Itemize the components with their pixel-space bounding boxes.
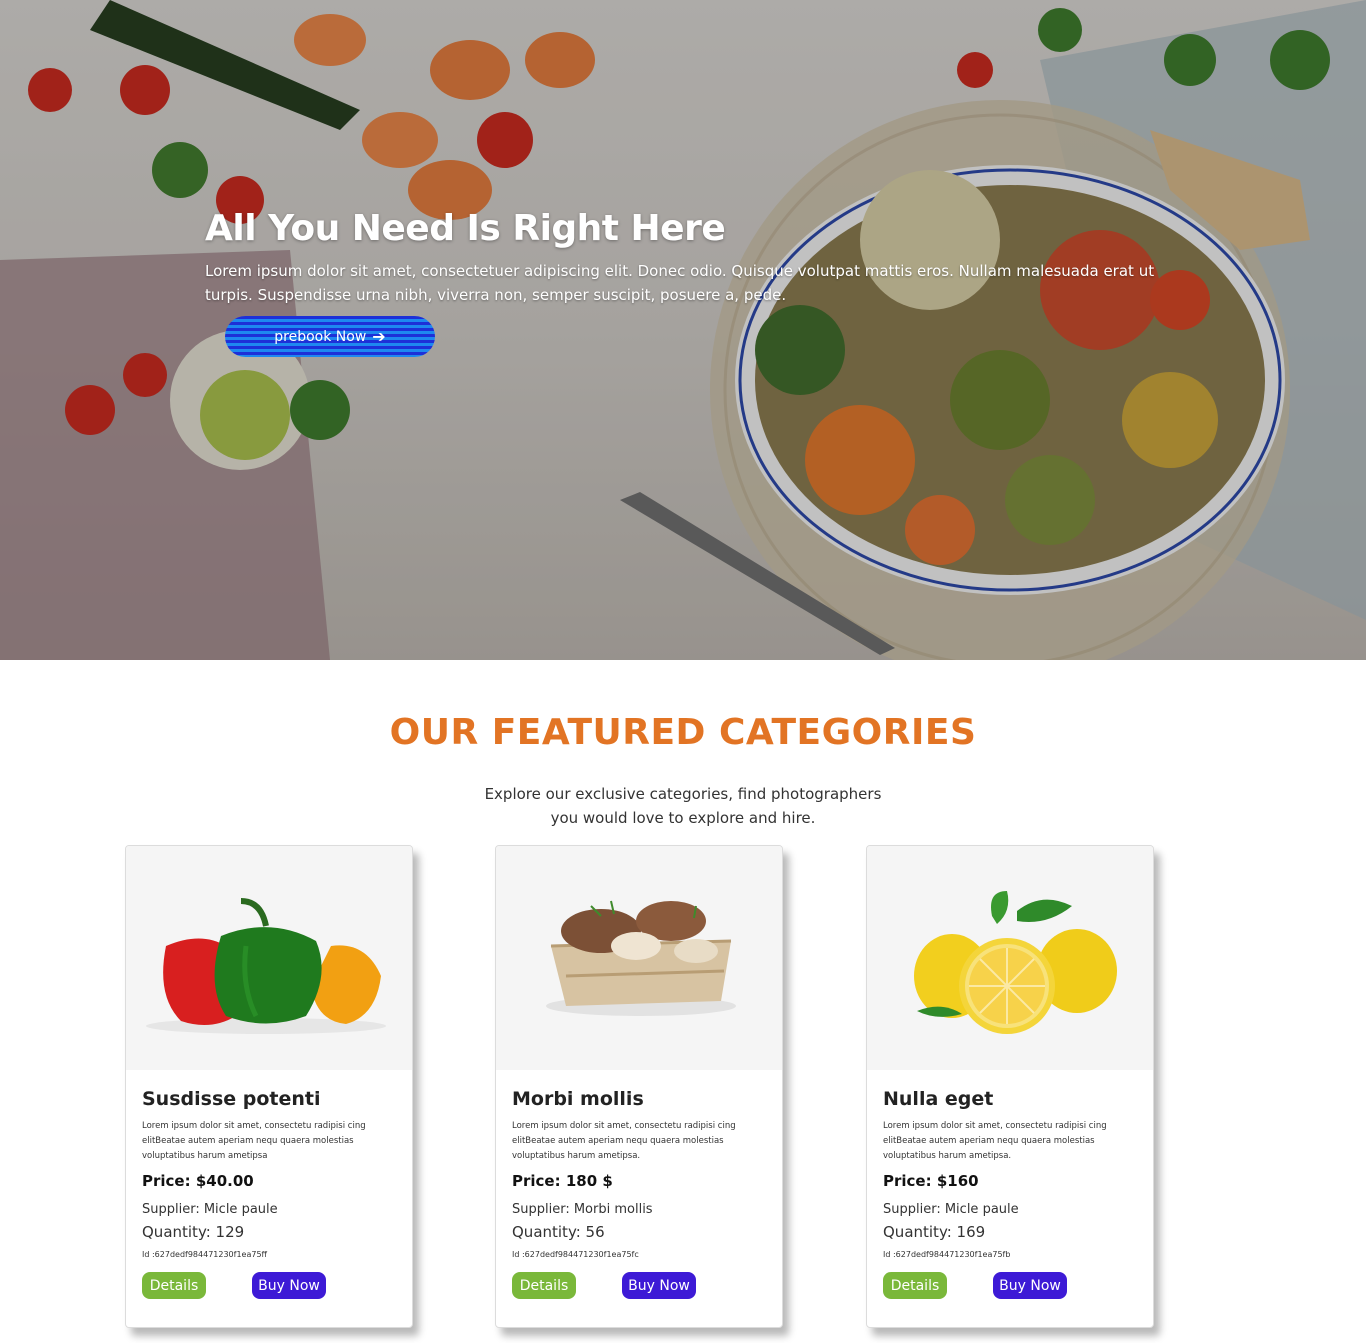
product-image-mushroom-basket	[496, 846, 782, 1070]
product-id: Id :627dedf984471230f1ea75fc	[512, 1250, 639, 1259]
product-actions: Details Buy Now	[883, 1272, 1137, 1299]
product-quantity: Quantity: 56	[512, 1223, 605, 1241]
prebook-now-label: prebook Now	[274, 328, 367, 345]
product-image-lemons	[867, 846, 1153, 1070]
product-id: Id :627dedf984471230f1ea75ff	[142, 1250, 268, 1259]
product-image-bell-peppers	[126, 846, 412, 1070]
featured-categories-subtitle: Explore our exclusive categories, find p…	[484, 785, 882, 827]
product-description: Lorem ipsum dolor sit amet, consectetu r…	[142, 1121, 366, 1161]
product-description: Lorem ipsum dolor sit amet, consectetu r…	[512, 1121, 736, 1161]
buy-now-button[interactable]: Buy Now	[252, 1272, 326, 1299]
product-supplier: Supplier: Micle paule	[142, 1202, 278, 1217]
product-description: Lorem ipsum dolor sit amet, consectetu r…	[883, 1121, 1107, 1161]
product-actions: Details Buy Now	[142, 1272, 396, 1299]
product-actions: Details Buy Now	[512, 1272, 766, 1299]
details-button[interactable]: Details	[883, 1272, 947, 1299]
buy-now-button[interactable]: Buy Now	[993, 1272, 1067, 1299]
prebook-now-button[interactable]: prebook Now ➔	[225, 316, 435, 357]
product-price: Price: $40.00	[142, 1172, 254, 1190]
product-name: Morbi mollis	[512, 1088, 644, 1110]
hero-title: All You Need Is Right Here	[205, 208, 726, 249]
product-supplier: Supplier: Morbi mollis	[512, 1202, 653, 1217]
details-button[interactable]: Details	[512, 1272, 576, 1299]
arrow-right-icon: ➔	[372, 327, 386, 346]
hero-banner: All You Need Is Right Here Lorem ipsum d…	[0, 0, 1366, 660]
product-card: Morbi mollis Lorem ipsum dolor sit amet,…	[495, 845, 783, 1328]
product-quantity: Quantity: 169	[883, 1223, 986, 1241]
product-card: Susdisse potenti Lorem ipsum dolor sit a…	[125, 845, 413, 1328]
featured-categories-title: OUR FEATURED CATEGORIES	[389, 712, 977, 753]
product-price: Price: $160	[883, 1172, 979, 1190]
product-quantity: Quantity: 129	[142, 1223, 245, 1241]
hero-content: All You Need Is Right Here Lorem ipsum d…	[205, 208, 1205, 357]
hero-description: Lorem ipsum dolor sit amet, consectetuer…	[205, 262, 1155, 304]
product-name: Nulla eget	[883, 1088, 994, 1110]
product-id: Id :627dedf984471230f1ea75fb	[883, 1250, 1011, 1259]
details-button[interactable]: Details	[142, 1272, 206, 1299]
product-supplier: Supplier: Micle paule	[883, 1202, 1019, 1217]
buy-now-button[interactable]: Buy Now	[622, 1272, 696, 1299]
product-price: Price: 180 $	[512, 1172, 613, 1190]
product-name: Susdisse potenti	[142, 1088, 321, 1110]
product-card: Nulla eget Lorem ipsum dolor sit amet, c…	[866, 845, 1154, 1328]
